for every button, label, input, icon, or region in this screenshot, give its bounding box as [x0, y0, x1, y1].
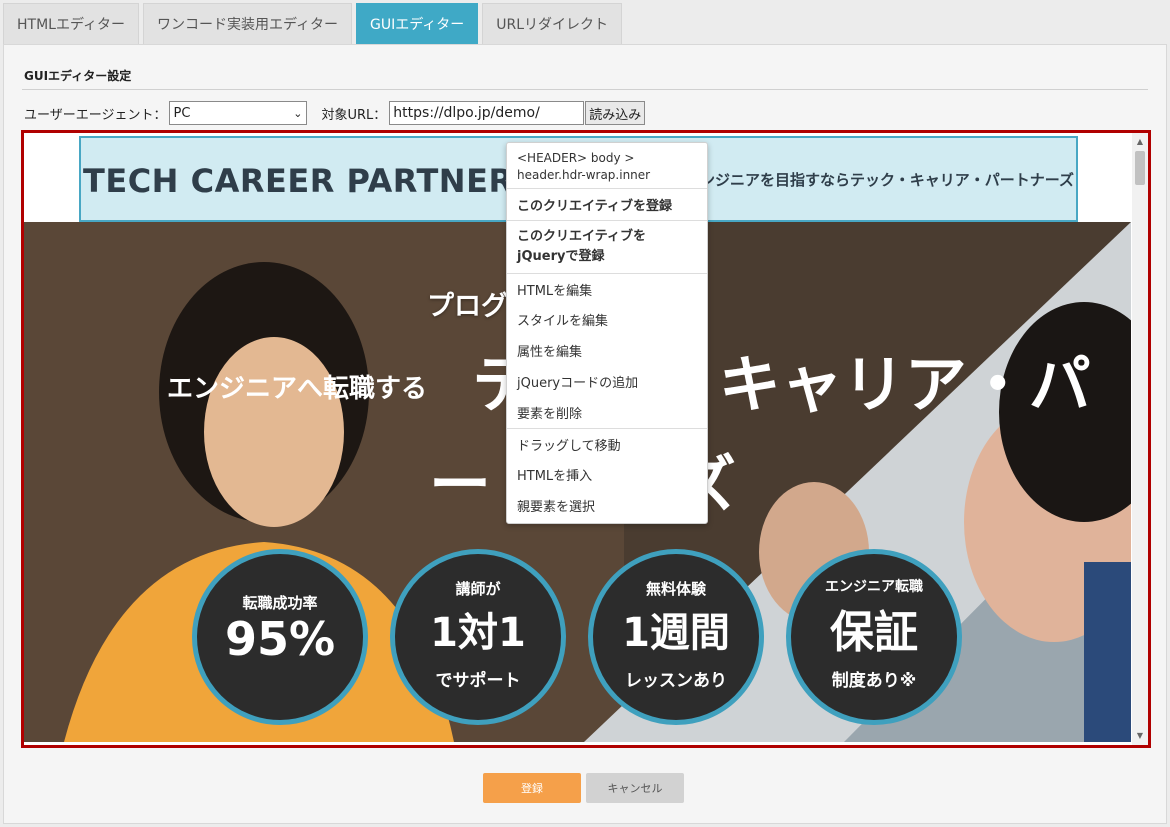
- menu-edit-attributes[interactable]: 属性を編集: [507, 335, 707, 366]
- target-url-input[interactable]: https://dlpo.jp/demo/: [389, 101, 585, 125]
- site-tagline: エンジニアを目指すならテック・キャリア・パートナーズ: [685, 171, 1074, 189]
- save-button[interactable]: 登録: [483, 773, 581, 803]
- menu-edit-style[interactable]: スタイルを編集: [507, 304, 707, 335]
- footer-buttons: 登録 キャンセル: [483, 773, 684, 803]
- cancel-button[interactable]: キャンセル: [586, 773, 684, 803]
- scroll-thumb[interactable]: [1135, 151, 1145, 185]
- user-agent-value: PC: [173, 105, 191, 121]
- settings-controls: ユーザーエージェント： PC ⌄ 対象URL： https://dlpo.jp/…: [24, 101, 646, 125]
- user-agent-label: ユーザーエージェント：: [24, 107, 167, 123]
- badge-guarantee: エンジニア転職 保証 制度あり※: [786, 549, 962, 725]
- badge-main-text: 1対1: [430, 610, 526, 656]
- chevron-down-icon: ⌄: [293, 107, 303, 120]
- site-logo: TECH CAREER PARTNERS: [83, 162, 538, 200]
- user-agent-select[interactable]: PC ⌄: [169, 101, 308, 125]
- scroll-up-arrow-icon[interactable]: ▲: [1132, 135, 1148, 149]
- scroll-down-arrow-icon[interactable]: ▼: [1132, 729, 1148, 743]
- menu-select-parent[interactable]: 親要素を選択: [507, 490, 707, 521]
- badge-top-text: 転職成功率: [242, 594, 318, 612]
- tab-bar: HTMLエディター ワンコード実装用エディター GUIエディター URLリダイレ…: [3, 3, 623, 44]
- badge-success-rate: 転職成功率 95%: [192, 549, 368, 725]
- element-path: <HEADER> body > header.hdr-wrap.inner: [507, 143, 707, 189]
- tab-url-redirect[interactable]: URLリダイレクト: [482, 3, 623, 44]
- menu-register-jquery[interactable]: このクリエイティブを jQueryで登録: [507, 220, 707, 273]
- menu-drag-move[interactable]: ドラッグして移動: [507, 428, 707, 459]
- tab-onecode-editor[interactable]: ワンコード実装用エディター: [142, 3, 353, 44]
- tab-gui-editor[interactable]: GUIエディター: [356, 3, 479, 44]
- element-path-line2: header.hdr-wrap.inner: [517, 168, 651, 182]
- badge-top-text: 講師が: [455, 580, 501, 598]
- menu-add-jquery[interactable]: jQueryコードの追加: [507, 366, 707, 397]
- context-menu: <HEADER> body > header.hdr-wrap.inner この…: [506, 142, 708, 524]
- target-url-label: 対象URL：: [321, 107, 387, 123]
- badge-top-text: エンジニア転職: [825, 579, 923, 595]
- load-button[interactable]: 読み込み: [585, 101, 646, 125]
- preview-scrollbar[interactable]: ▲ ▼: [1132, 133, 1148, 745]
- badge-main-text: 1週間: [622, 610, 730, 656]
- section-title: GUIエディター設定: [24, 69, 132, 83]
- menu-edit-html[interactable]: HTMLを編集: [507, 273, 707, 304]
- badge-one-on-one: 講師が 1対1 でサポート: [390, 549, 566, 725]
- badge-top-text: 無料体験: [645, 580, 706, 598]
- badge-main-text: 95%: [224, 612, 336, 666]
- hero-sub-text: エンジニアへ転職する: [167, 374, 428, 404]
- menu-insert-html[interactable]: HTMLを挿入: [507, 459, 707, 490]
- element-path-line1: <HEADER> body >: [517, 151, 635, 165]
- badge-bottom-text: レッスンあり: [625, 671, 727, 691]
- menu-register-creative[interactable]: このクリエイティブを登録: [507, 189, 707, 220]
- badge-bottom-text: 制度あり※: [831, 671, 917, 691]
- badge-main-text: 保証: [830, 607, 918, 658]
- divider: [22, 89, 1148, 90]
- badge-free-trial: 無料体験 1週間 レッスンあり: [588, 549, 764, 725]
- badge-bottom-text: でサポート: [435, 671, 521, 691]
- tab-html-editor[interactable]: HTMLエディター: [3, 3, 139, 44]
- menu-delete-element[interactable]: 要素を削除: [507, 397, 707, 428]
